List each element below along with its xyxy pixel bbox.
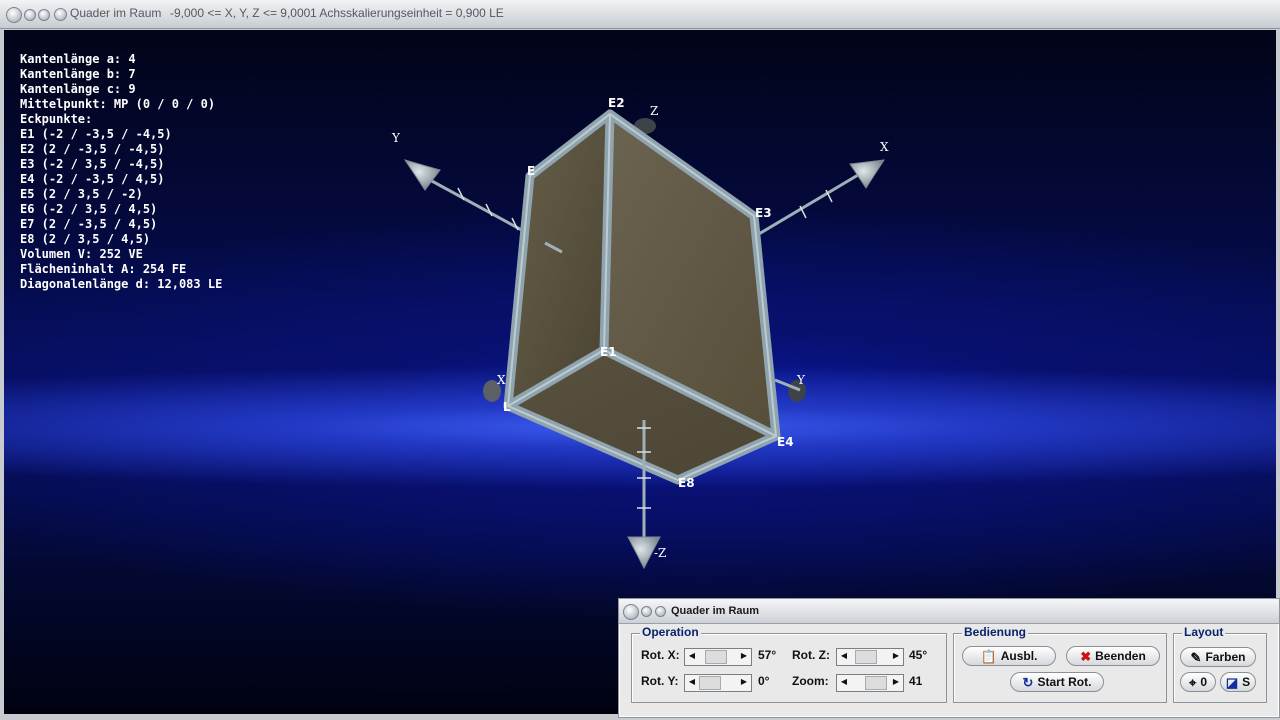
info-line: Flächeninhalt A: 254 FE	[20, 262, 187, 276]
start-rot-label: Start Rot.	[1037, 675, 1092, 689]
axis-label-x: X	[880, 140, 889, 154]
axis-label-y: Y	[391, 131, 401, 145]
slider-thumb[interactable]	[855, 650, 877, 664]
vertex-label-l: L	[503, 400, 511, 414]
bucket-icon: ◪	[1225, 674, 1239, 690]
zoom-value: 41	[909, 674, 923, 688]
control-window: Quader im Raum Operation Rot. X: ◀ ▶ 57°…	[618, 598, 1280, 718]
close-x-icon: ✖	[1080, 648, 1092, 664]
info-line: E1 (-2 / -3,5 / -4,5)	[20, 127, 172, 141]
info-line: E4 (-2 / -3,5 / 4,5)	[20, 172, 165, 186]
bedienung-label: Bedienung	[962, 625, 1028, 639]
info-panel: Kantenlänge a: 4 Kantenlänge b: 7 Kanten…	[20, 52, 222, 292]
operation-group: Operation Rot. X: ◀ ▶ 57° Rot. Y: ◀ ▶ 0°…	[631, 625, 947, 703]
zoom-slider[interactable]: ◀ ▶	[836, 674, 904, 692]
crosshair-icon: ⌖	[1188, 674, 1197, 690]
info-line: Mittelpunkt: MP (0 / 0 / 0)	[20, 97, 216, 111]
info-line: Kantenlänge b: 7	[20, 67, 136, 81]
arrow-left-icon[interactable]: ◀	[838, 676, 850, 688]
rot-z-label: Rot. Z:	[792, 648, 830, 662]
origin-button[interactable]: ⌖ 0	[1180, 672, 1216, 692]
control-app-icon	[655, 606, 666, 617]
beenden-button[interactable]: ✖ Beenden	[1066, 646, 1160, 666]
beenden-label: Beenden	[1095, 649, 1146, 663]
s-label: S	[1242, 675, 1251, 689]
info-line: E8 (2 / 3,5 / 4,5)	[20, 232, 151, 246]
slider-thumb[interactable]	[705, 650, 727, 664]
info-line: E6 (-2 / 3,5 / 4,5)	[20, 202, 158, 216]
rot-y-value: 0°	[758, 674, 770, 688]
layout-label: Layout	[1182, 625, 1226, 639]
rotate-icon: ↻	[1022, 674, 1034, 690]
rot-x-label: Rot. X:	[641, 648, 680, 662]
operation-label: Operation	[640, 625, 701, 639]
hide-icon: 📋	[980, 648, 997, 664]
bedienung-group: Bedienung 📋 Ausbl. ✖ Beenden ↻ Start Rot…	[953, 625, 1167, 703]
control-minimize-icon[interactable]	[641, 606, 652, 617]
zoom-label: Zoom:	[792, 674, 829, 688]
axis-label-negx: X	[497, 373, 506, 387]
vertex-label-e3: E3	[755, 206, 772, 220]
axis-label-negy: Y	[796, 373, 806, 387]
vertex-label-e1: E1	[600, 345, 617, 359]
control-title: Quader im Raum	[671, 605, 760, 617]
arrow-left-icon[interactable]: ◀	[686, 676, 698, 688]
farben-label: Farben	[1205, 650, 1246, 664]
info-line: Kantenlänge a: 4	[20, 52, 136, 66]
arrow-left-icon[interactable]: ◀	[838, 650, 850, 662]
arrow-right-icon[interactable]: ▶	[738, 650, 750, 662]
vertex-label-e4: E4	[777, 435, 794, 449]
paint-icon: ✎	[1190, 649, 1202, 665]
axis-label-z: Z	[650, 104, 658, 118]
s-button[interactable]: ◪ S	[1220, 672, 1256, 692]
arrow-right-icon[interactable]: ▶	[890, 676, 902, 688]
ausbl-button[interactable]: 📋 Ausbl.	[962, 646, 1056, 666]
info-line: E5 (2 / 3,5 / -2)	[20, 187, 143, 201]
ausbl-label: Ausbl.	[1000, 649, 1038, 663]
info-line: E3 (-2 / 3,5 / -4,5)	[20, 157, 165, 171]
rot-z-slider[interactable]: ◀ ▶	[836, 648, 904, 666]
control-title-bar[interactable]: Quader im Raum	[619, 599, 1279, 624]
vertex-label-e-left: E	[527, 164, 535, 178]
info-line: E7 (2 / -3,5 / 4,5)	[20, 217, 158, 231]
arrow-right-icon[interactable]: ▶	[738, 676, 750, 688]
info-line: E2 (2 / -3,5 / -4,5)	[20, 142, 165, 156]
arrow-right-icon[interactable]: ▶	[890, 650, 902, 662]
origin-label: 0	[1200, 675, 1207, 689]
farben-button[interactable]: ✎ Farben	[1180, 647, 1256, 667]
rot-y-label: Rot. Y:	[641, 674, 679, 688]
rot-x-slider[interactable]: ◀ ▶	[684, 648, 752, 666]
control-close-icon[interactable]	[623, 604, 639, 620]
info-line: Diagonalenlänge d: 12,083 LE	[20, 277, 223, 291]
layout-group: Layout ✎ Farben ⌖ 0 ◪ S	[1173, 625, 1267, 703]
slider-thumb[interactable]	[699, 676, 721, 690]
info-line: Volumen V: 252 VE	[20, 247, 143, 261]
rot-y-slider[interactable]: ◀ ▶	[684, 674, 752, 692]
info-line: Kantenlänge c: 9	[20, 82, 136, 96]
vertex-label-e8: E8	[678, 476, 695, 490]
info-line: Eckpunkte:	[20, 112, 93, 126]
rot-z-value: 45°	[909, 648, 928, 662]
arrow-left-icon[interactable]: ◀	[686, 650, 698, 662]
vertex-label-e2: E2	[608, 96, 625, 110]
start-rot-button[interactable]: ↻ Start Rot.	[1010, 672, 1104, 692]
rot-x-value: 57°	[758, 648, 777, 662]
axis-label-negz: -Z	[654, 546, 666, 560]
slider-thumb[interactable]	[865, 676, 887, 690]
